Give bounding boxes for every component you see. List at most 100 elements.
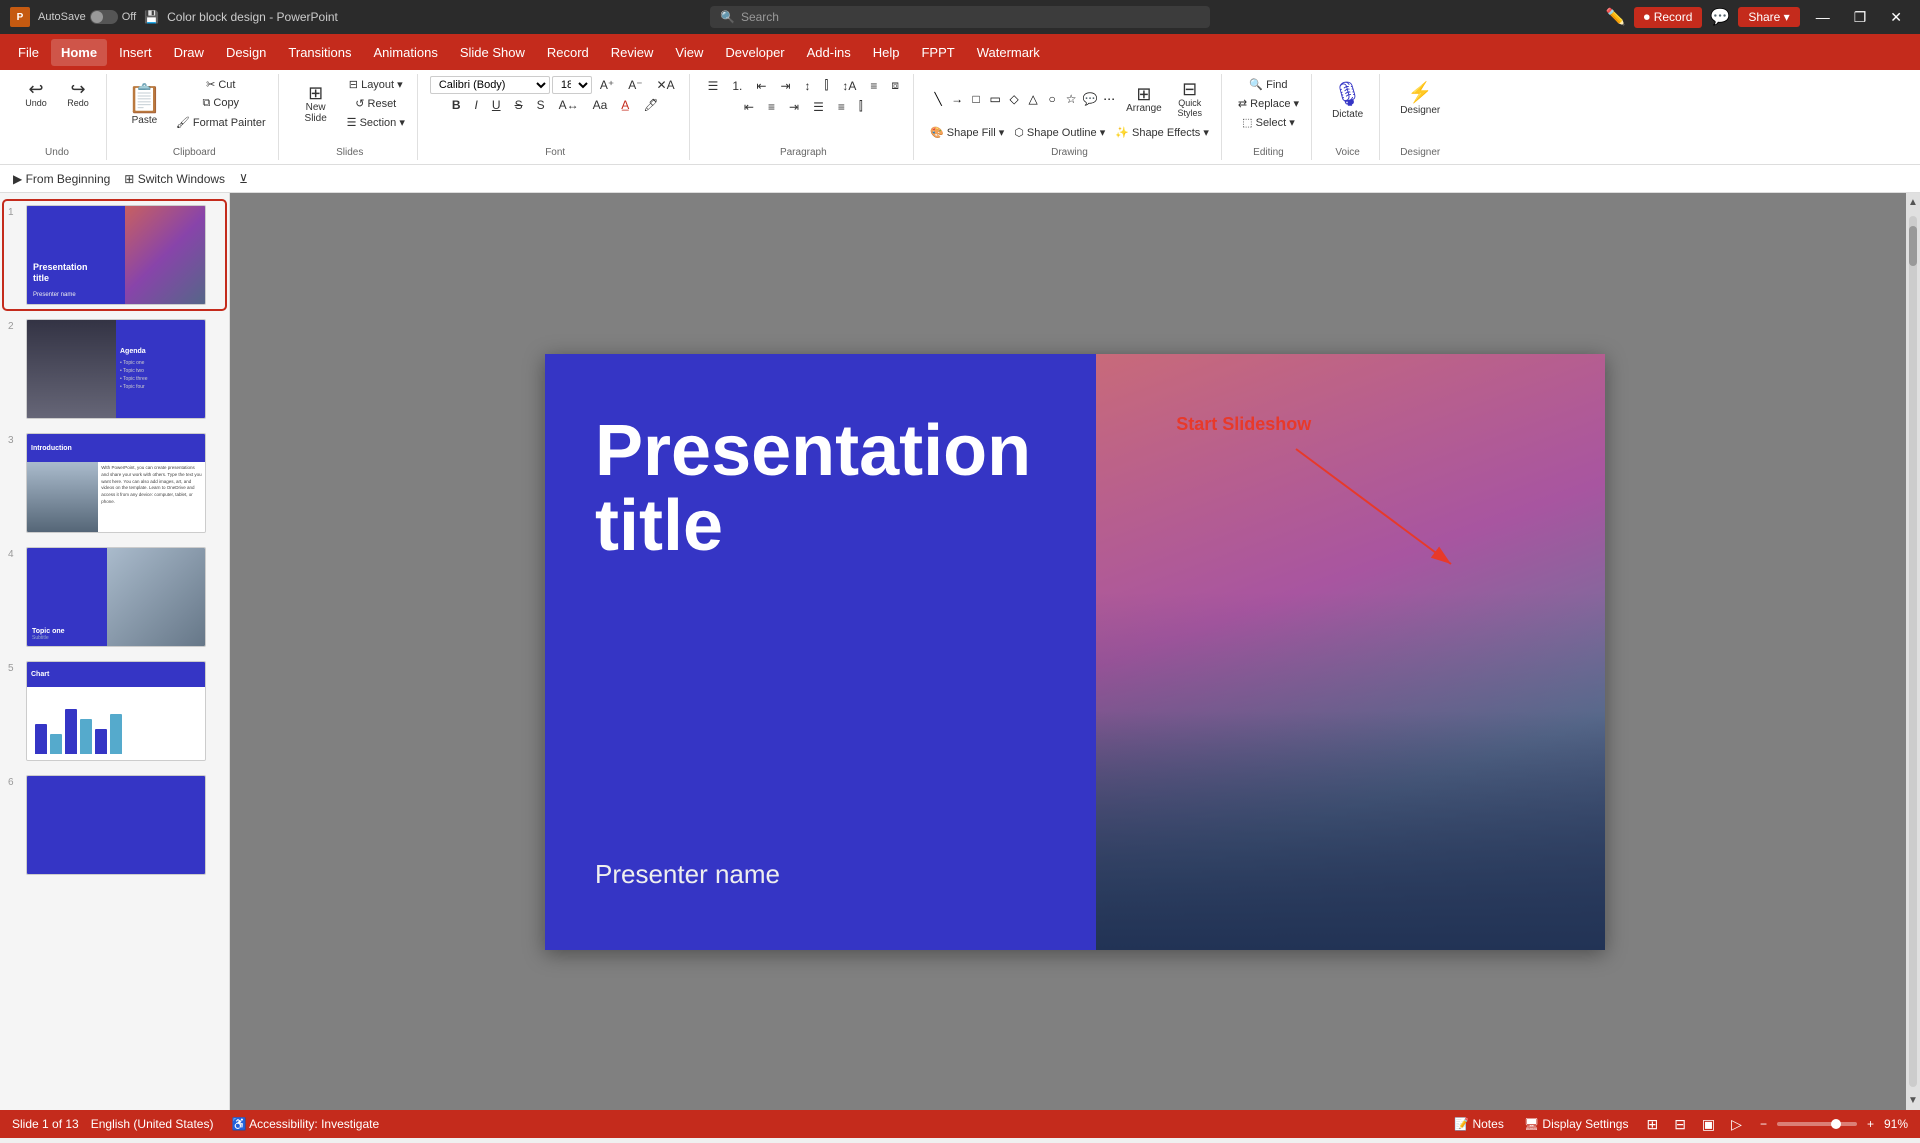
layout-button[interactable]: ⊟ Layout ▾ [343, 76, 409, 93]
star-shape[interactable]: ☆ [1062, 90, 1080, 108]
copy-button[interactable]: ⧉ Copy [172, 95, 270, 112]
menu-animations[interactable]: Animations [364, 39, 448, 66]
rounded-rect-shape[interactable]: ▭ [986, 90, 1004, 108]
customize-quick-access-button[interactable]: ⊻ [234, 170, 253, 188]
menu-home[interactable]: Home [51, 39, 107, 66]
italic-button[interactable]: I [469, 96, 484, 114]
undo-button[interactable]: ↩ Undo [16, 76, 56, 112]
triangle-shape[interactable]: △ [1024, 90, 1042, 108]
menu-insert[interactable]: Insert [109, 39, 162, 66]
callout-shape[interactable]: 💬 [1081, 90, 1099, 108]
minimize-button[interactable]: — [1808, 5, 1838, 29]
bold-button[interactable]: B [446, 96, 467, 114]
strikethrough-button[interactable]: S [509, 96, 529, 114]
designer-button[interactable]: ⚡ Designer [1392, 76, 1448, 120]
font-size-select[interactable]: 18 [552, 76, 592, 94]
line-shape[interactable]: ╲ [929, 90, 947, 108]
smartart-button[interactable]: ⧈ [885, 76, 905, 95]
shadow-button[interactable]: S [531, 96, 551, 114]
slide-sorter-button[interactable]: ⊟ [1670, 1114, 1690, 1135]
canvas-scrollbar[interactable]: ▲ ▼ [1906, 193, 1920, 1110]
arrow-shape[interactable]: → [948, 90, 966, 108]
menu-record[interactable]: Record [537, 39, 599, 66]
font-color-button[interactable]: A̲ [615, 96, 635, 114]
justify-button[interactable]: ☰ [807, 98, 830, 116]
slide-thumb-2[interactable]: 2 Agenda • Topic one• Topic two• Topic t… [4, 315, 225, 423]
menu-slideshow[interactable]: Slide Show [450, 39, 535, 66]
menu-transitions[interactable]: Transitions [278, 39, 361, 66]
scroll-down-arrow[interactable]: ▼ [1904, 1091, 1920, 1110]
format-painter-button[interactable]: 🖌 Format Painter [172, 114, 270, 131]
highlight-button[interactable]: 🖊 [637, 96, 664, 114]
bullets-button[interactable]: ☰ [702, 77, 725, 95]
increase-indent-button[interactable]: ⇥ [774, 77, 796, 95]
menu-developer[interactable]: Developer [715, 39, 794, 66]
center-button[interactable]: ≡ [762, 98, 781, 116]
slide-thumb-1[interactable]: 1 Presentationtitle Presenter name [4, 201, 225, 309]
select-button[interactable]: ⬚ Select ▾ [1234, 114, 1303, 131]
circle-shape[interactable]: ○ [1043, 90, 1061, 108]
notes-button[interactable]: 📝 Notes [1448, 1115, 1510, 1133]
save-icon[interactable]: 💾 [144, 10, 159, 24]
menu-review[interactable]: Review [601, 39, 664, 66]
column-button[interactable]: ⫿ [853, 97, 869, 116]
menu-watermark[interactable]: Watermark [967, 39, 1050, 66]
decrease-indent-button[interactable]: ⇤ [750, 77, 772, 95]
shape-fill-button[interactable]: 🎨 Shape Fill ▾ [926, 124, 1008, 141]
zoom-in-button[interactable]: + [1861, 1115, 1880, 1133]
scroll-thumb[interactable] [1909, 226, 1917, 266]
reading-view-button[interactable]: ▣ [1698, 1114, 1719, 1135]
new-slide-button[interactable]: ⊞ NewSlide [291, 80, 341, 128]
shape-effects-button[interactable]: ✨ Shape Effects ▾ [1111, 124, 1213, 141]
font-family-select[interactable]: Calibri (Body) [430, 76, 550, 94]
slide-show-button[interactable]: ▷ [1727, 1114, 1746, 1135]
normal-view-button[interactable]: ⊞ [1642, 1114, 1662, 1135]
slide-thumb-6[interactable]: 6 [4, 771, 225, 879]
line-spacing-button[interactable]: ↕ [799, 77, 817, 95]
zoom-thumb[interactable] [1831, 1119, 1841, 1129]
menu-help[interactable]: Help [863, 39, 910, 66]
text-direction-button[interactable]: ↕A [836, 77, 862, 95]
zoom-slider[interactable] [1777, 1122, 1857, 1126]
menu-addins[interactable]: Add-ins [797, 39, 861, 66]
dictate-button[interactable]: 🎙 Dictate [1324, 76, 1371, 124]
share-button[interactable]: Share ▾ [1738, 7, 1799, 27]
clear-format-button[interactable]: ✕A [651, 76, 681, 94]
underline-button[interactable]: U [486, 96, 507, 114]
scroll-up-arrow[interactable]: ▲ [1904, 193, 1920, 212]
reset-button[interactable]: ↺ Reset [343, 95, 409, 112]
menu-design[interactable]: Design [216, 39, 276, 66]
rect-shape[interactable]: □ [967, 90, 985, 108]
numbering-button[interactable]: 1. [726, 77, 748, 95]
menu-draw[interactable]: Draw [164, 39, 214, 66]
replace-button[interactable]: ⇄ Replace ▾ [1234, 95, 1303, 112]
change-case-button[interactable]: Aa [587, 96, 614, 114]
align-left-button[interactable]: ⇤ [738, 98, 760, 116]
char-spacing-button[interactable]: A↔ [553, 96, 585, 114]
shape-outline-button[interactable]: ⬡ Shape Outline ▾ [1010, 124, 1109, 141]
quick-styles-button[interactable]: ⊟ QuickStyles [1170, 76, 1210, 122]
columns-button[interactable]: ⫿ [819, 76, 835, 95]
increase-font-button[interactable]: A⁺ [594, 76, 620, 94]
menu-file[interactable]: File [8, 39, 49, 66]
slide-panel[interactable]: 1 Presentationtitle Presenter name 2 Ag [0, 193, 230, 1110]
comment-icon[interactable]: 💬 [1710, 7, 1730, 27]
display-settings-button[interactable]: 🖥 Display Settings [1518, 1115, 1635, 1133]
section-button[interactable]: ☰ Section ▾ [343, 114, 409, 131]
autosave-toggle[interactable]: AutoSave Off [38, 10, 136, 24]
menu-fppt[interactable]: FPPT [911, 39, 964, 66]
zoom-out-button[interactable]: − [1754, 1115, 1773, 1133]
switch-windows-button[interactable]: ⊞ Switch Windows [119, 170, 230, 188]
align-right-button[interactable]: ⇥ [783, 98, 805, 116]
accessibility-button[interactable]: ♿ Accessibility: Investigate [225, 1115, 385, 1133]
from-beginning-button[interactable]: ▶ From Beginning [8, 170, 115, 188]
diamond-shape[interactable]: ◇ [1005, 90, 1023, 108]
slide-thumb-4[interactable]: 4 Topic one Subtitle [4, 543, 225, 651]
find-button[interactable]: 🔍 Find [1234, 76, 1303, 93]
pen-icon[interactable]: ✏️ [1606, 7, 1626, 27]
autosave-track[interactable] [90, 10, 118, 24]
paste-button[interactable]: 📋 Paste [119, 78, 170, 130]
decrease-font-button[interactable]: A⁻ [622, 76, 648, 94]
maximize-button[interactable]: ❐ [1846, 5, 1875, 30]
menu-view[interactable]: View [665, 39, 713, 66]
